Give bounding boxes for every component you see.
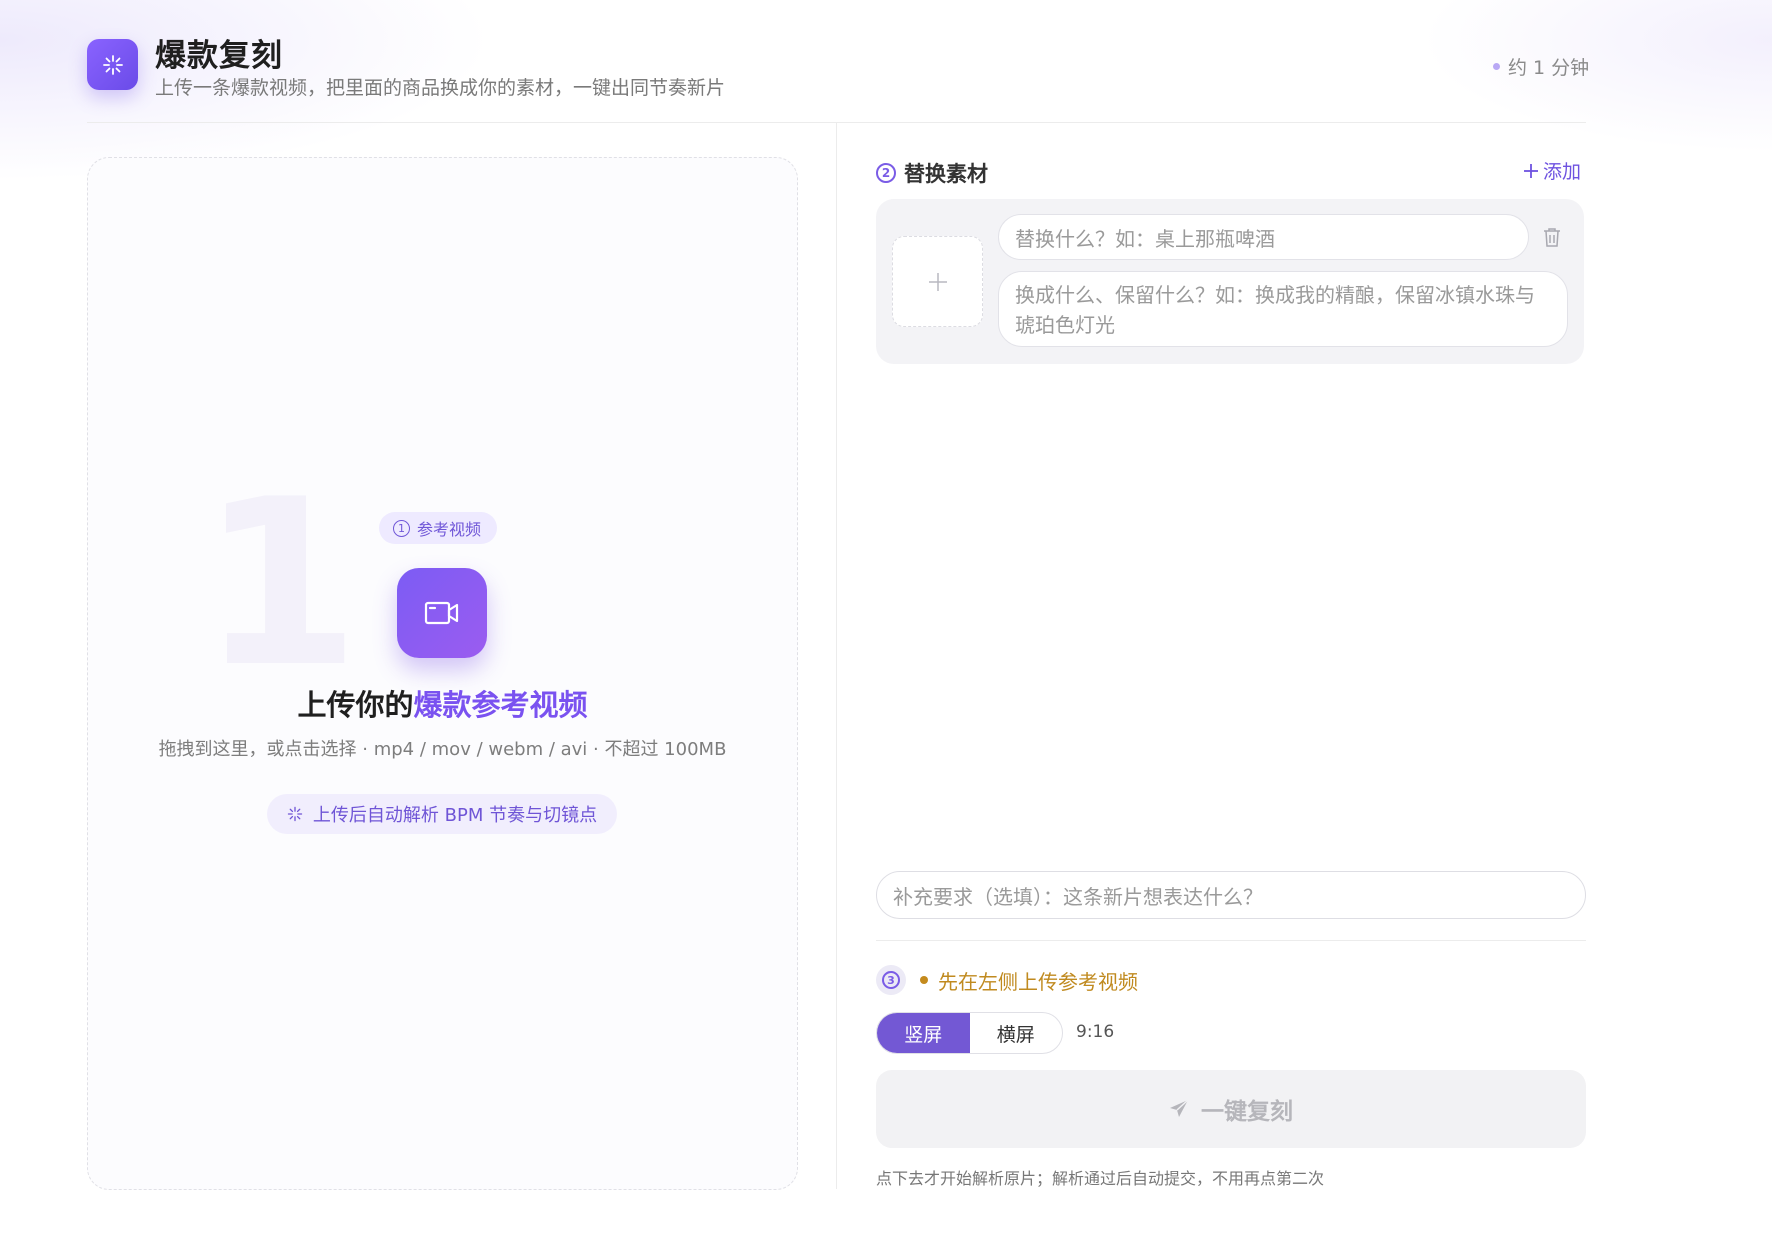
video-camera-icon [424, 601, 459, 625]
material-image-upload[interactable] [892, 236, 983, 327]
step-watermark: 1 [200, 451, 361, 718]
section-divider [876, 940, 1586, 941]
trash-icon [1544, 228, 1560, 247]
upload-title-highlight: 爆款参考视频 [413, 688, 588, 722]
replace-detail-input[interactable]: 换成什么、保留什么？如：换成我的精酿，保留冰镇水珠与琥珀色灯光 [998, 271, 1568, 347]
upload-title-prefix: 上传你的 [297, 688, 414, 722]
status-message: 先在左侧上传参考视频 [938, 969, 1138, 994]
upload-video-button[interactable] [397, 568, 487, 658]
plus-icon [928, 272, 947, 291]
bpm-analysis-chip: 上传后自动解析 BPM 节奏与切镜点 [267, 794, 617, 834]
step-badge: 3 [876, 965, 906, 995]
time-estimate-badge: 约 1 分钟 [1493, 53, 1589, 80]
plus-icon [1524, 163, 1538, 178]
time-estimate-text: 约 1 分钟 [1508, 57, 1590, 79]
video-upload-dropzone[interactable] [87, 157, 798, 1190]
page-title: 爆款复刻 [155, 38, 283, 74]
submit-footnote: 点下去才开始解析原片；解析通过后自动提交，不用再点第二次 [876, 1169, 1325, 1188]
orientation-toggle: 竖屏 横屏 [876, 1012, 1063, 1054]
add-material-button[interactable]: 添加 [1523, 157, 1581, 184]
materials-title: 替换素材 [904, 162, 988, 186]
status-row: 3 先在左侧上传参考视频 [876, 965, 1138, 995]
delete-material-button[interactable] [1541, 225, 1563, 249]
status-dot [1493, 63, 1500, 70]
sparkle-icon [287, 806, 303, 822]
upload-hint: 拖拽到这里，或点击选择 · mp4 / mov / webm / avi · 不… [158, 739, 727, 760]
one-click-replicate-button[interactable]: 一键复刻 [876, 1070, 1586, 1148]
material-item-card: 替换什么？如：桌上那瓶啤酒 换成什么、保留什么？如：换成我的精酿，保留冰镇水珠与… [876, 199, 1584, 364]
add-material-label: 添加 [1543, 161, 1582, 183]
step-number: 2 [876, 163, 896, 183]
step-number: 3 [882, 971, 900, 989]
step-label: 参考视频 [417, 520, 482, 539]
column-divider [836, 123, 837, 1189]
extra-requirements-input[interactable]: 补充要求（选填）：这条新片想表达什么？ [876, 871, 1586, 919]
materials-section-title: 2 替换素材 [876, 158, 988, 188]
send-icon [1170, 1099, 1189, 1117]
sparkle-icon [102, 54, 123, 75]
submit-label: 一键复刻 [1201, 1099, 1293, 1125]
step-chip-reference-video: 1 参考视频 [379, 512, 498, 544]
app-logo [87, 39, 138, 90]
bpm-note: 上传后自动解析 BPM 节奏与切镜点 [312, 805, 598, 826]
warning-dot [920, 976, 928, 984]
orientation-portrait-option[interactable]: 竖屏 [877, 1013, 970, 1053]
step-number: 1 [393, 519, 410, 537]
replace-target-input[interactable]: 替换什么？如：桌上那瓶啤酒 [998, 214, 1529, 260]
aspect-ratio-label: 9:16 [1076, 1022, 1115, 1042]
upload-title: 上传你的爆款参考视频 [87, 682, 798, 724]
page-subtitle: 上传一条爆款视频，把里面的商品换成你的素材，一键出同节奏新片 [155, 77, 726, 99]
orientation-landscape-option[interactable]: 横屏 [970, 1013, 1063, 1053]
